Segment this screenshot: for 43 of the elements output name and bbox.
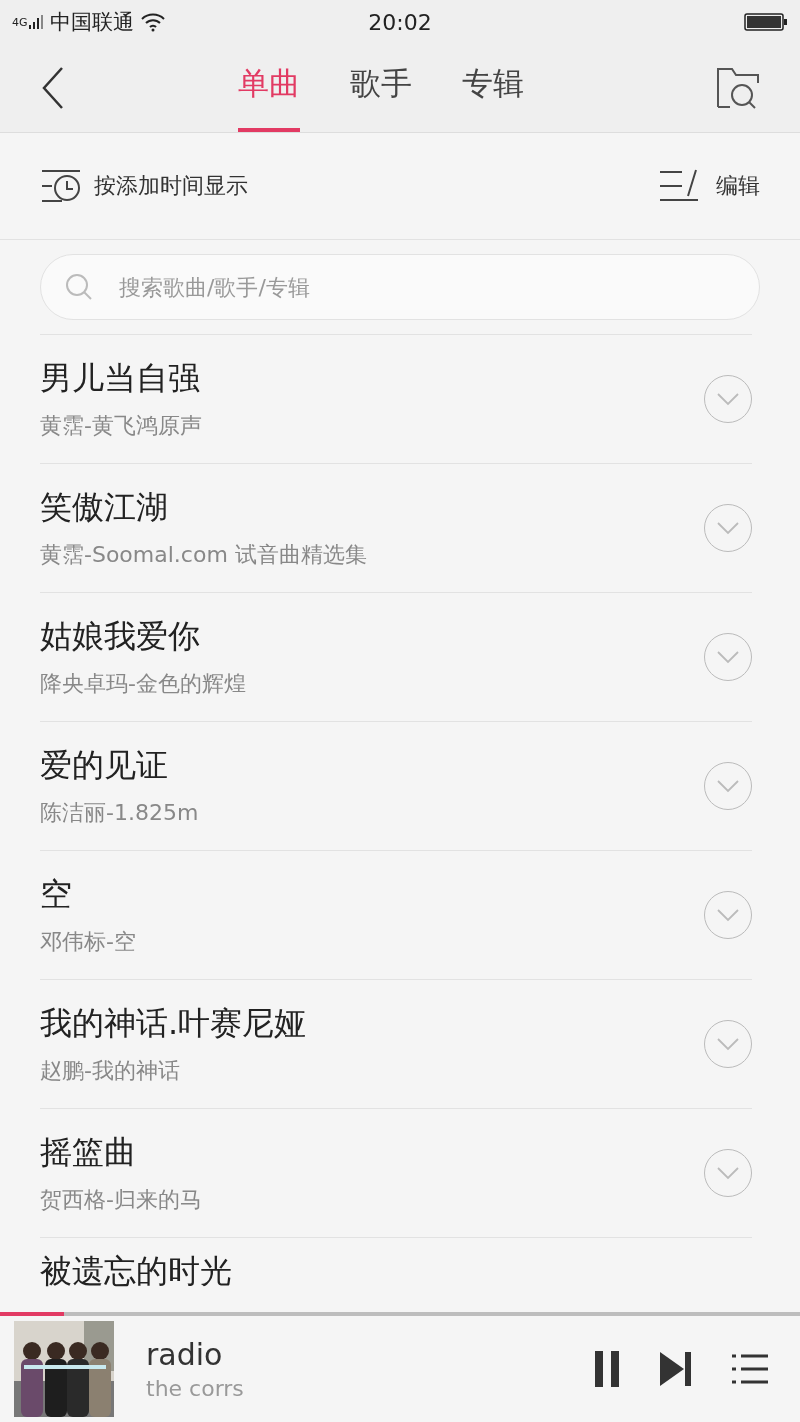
song-artist-album: 贺西格-归来的马: [40, 1186, 203, 1214]
song-title[interactable]: 爱的见证: [40, 744, 704, 788]
song-artist-album: 赵鹏-我的神话: [40, 1057, 181, 1085]
sort-by-time-button[interactable]: 按添加时间显示: [94, 171, 248, 201]
song-artist-album: 邓伟标-空: [40, 928, 137, 956]
chevron-down-icon: [716, 650, 740, 664]
chevron-down-icon: [716, 908, 740, 922]
edit-list-icon[interactable]: [658, 168, 700, 204]
song-title[interactable]: 男儿当自强: [40, 357, 704, 401]
edit-button[interactable]: 编辑: [716, 171, 760, 201]
carrier-name: 中国联通: [49, 9, 134, 36]
song-title[interactable]: 被遗忘的时光: [40, 1252, 232, 1290]
signal-icon: [27, 14, 44, 30]
tab[interactable]: 专辑: [462, 44, 524, 132]
song-title[interactable]: 空: [40, 873, 704, 917]
chevron-down-icon: [716, 1166, 740, 1180]
song-title[interactable]: 笑傲江湖: [40, 486, 704, 530]
clock-sort-icon[interactable]: [40, 169, 82, 203]
song-title[interactable]: 姑娘我爱你: [40, 615, 704, 659]
clock-time: 20:02: [368, 9, 432, 35]
search-field[interactable]: 搜索歌曲/歌手/专辑: [40, 254, 760, 320]
chevron-down-icon: [716, 392, 740, 406]
tab[interactable]: 单曲: [238, 44, 300, 132]
song-artist-album: 降央卓玛-金色的辉煌: [40, 670, 247, 698]
back-icon[interactable]: [40, 66, 66, 110]
pause-button[interactable]: [594, 1351, 620, 1387]
song-artist-album: 陈洁丽-1.825m: [40, 799, 200, 827]
wifi-icon: [139, 12, 166, 32]
song-artist-album: 黄霑-黄飞鸿原声: [40, 412, 203, 440]
song-artist-album: 黄霑-Soomal.com 试音曲精选集: [40, 541, 368, 569]
song-title[interactable]: 摇篮曲: [40, 1131, 704, 1175]
now-playing-title: radio: [146, 1337, 224, 1372]
playlist-button[interactable]: [732, 1354, 768, 1384]
chevron-down-icon: [716, 1037, 740, 1051]
next-track-button[interactable]: [660, 1352, 692, 1386]
battery-icon: [744, 12, 788, 32]
now-playing-artist: the corrs: [146, 1376, 245, 1401]
chevron-down-icon: [716, 521, 740, 535]
chevron-down-icon: [716, 779, 740, 793]
search-icon: [64, 272, 94, 302]
song-title[interactable]: 我的神话.叶赛尼娅: [40, 1002, 704, 1046]
tab[interactable]: 歌手: [350, 44, 412, 132]
network-type: 4G: [12, 15, 28, 29]
